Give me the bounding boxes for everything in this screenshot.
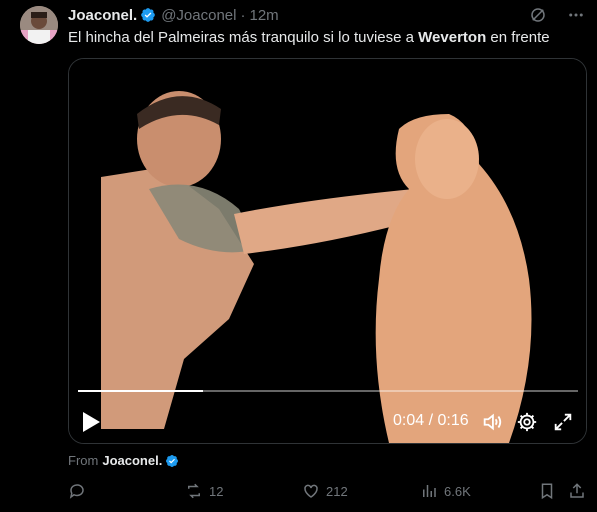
like-button[interactable]: 212 xyxy=(302,482,348,500)
share-button[interactable] xyxy=(568,482,586,500)
source-prefix: From xyxy=(68,453,99,468)
like-icon xyxy=(304,484,318,498)
timestamp[interactable]: 12m xyxy=(249,7,278,24)
repost-count: 12 xyxy=(209,483,224,499)
video-frame xyxy=(69,59,586,443)
separator: · xyxy=(240,6,246,24)
bookmark-icon xyxy=(541,483,553,500)
play-icon[interactable] xyxy=(81,411,101,433)
repost-icon xyxy=(188,483,200,499)
avatar[interactable] xyxy=(20,6,58,44)
more-icon[interactable] xyxy=(567,6,585,24)
reply-icon xyxy=(69,484,84,499)
tweet-text: El hincha del Palmeiras más tranquilo si… xyxy=(68,28,550,48)
bookmark-button[interactable] xyxy=(538,482,556,500)
settings-gear-icon[interactable] xyxy=(516,411,538,433)
views-icon xyxy=(423,485,436,497)
source-name[interactable]: Joaconel. xyxy=(102,453,162,468)
like-count: 212 xyxy=(326,483,348,499)
share-icon xyxy=(570,483,584,498)
volume-icon[interactable] xyxy=(481,411,503,433)
author-name[interactable]: Joaconel. xyxy=(68,7,137,24)
verified-badge-icon xyxy=(141,8,156,22)
video-player[interactable]: 0:04 / 0:16 xyxy=(68,58,587,444)
views-button[interactable]: 6.6K xyxy=(420,482,471,500)
reply-button[interactable] xyxy=(68,482,92,500)
action-bar: 12 212 6.6K xyxy=(68,482,588,502)
tweet-text-bold: Weverton xyxy=(418,29,487,46)
tweet-header: Joaconel. @Joaconel · 12m xyxy=(68,6,279,24)
video-progress-bar[interactable] xyxy=(78,390,578,392)
views-count: 6.6K xyxy=(444,483,471,499)
video-progress-fill xyxy=(78,390,203,392)
video-time: 0:04 / 0:16 xyxy=(393,412,469,429)
author-handle[interactable]: @Joaconel xyxy=(161,7,236,24)
repost-button[interactable]: 12 xyxy=(185,482,223,500)
fullscreen-icon[interactable] xyxy=(552,411,574,433)
verified-badge-icon xyxy=(166,454,179,467)
tweet-text-part: El hincha del Palmeiras más tranquilo si… xyxy=(68,29,419,46)
grok-icon[interactable] xyxy=(529,6,547,24)
tweet-text-part: en frente xyxy=(486,29,550,46)
source-attribution: From Joaconel. xyxy=(68,453,184,468)
